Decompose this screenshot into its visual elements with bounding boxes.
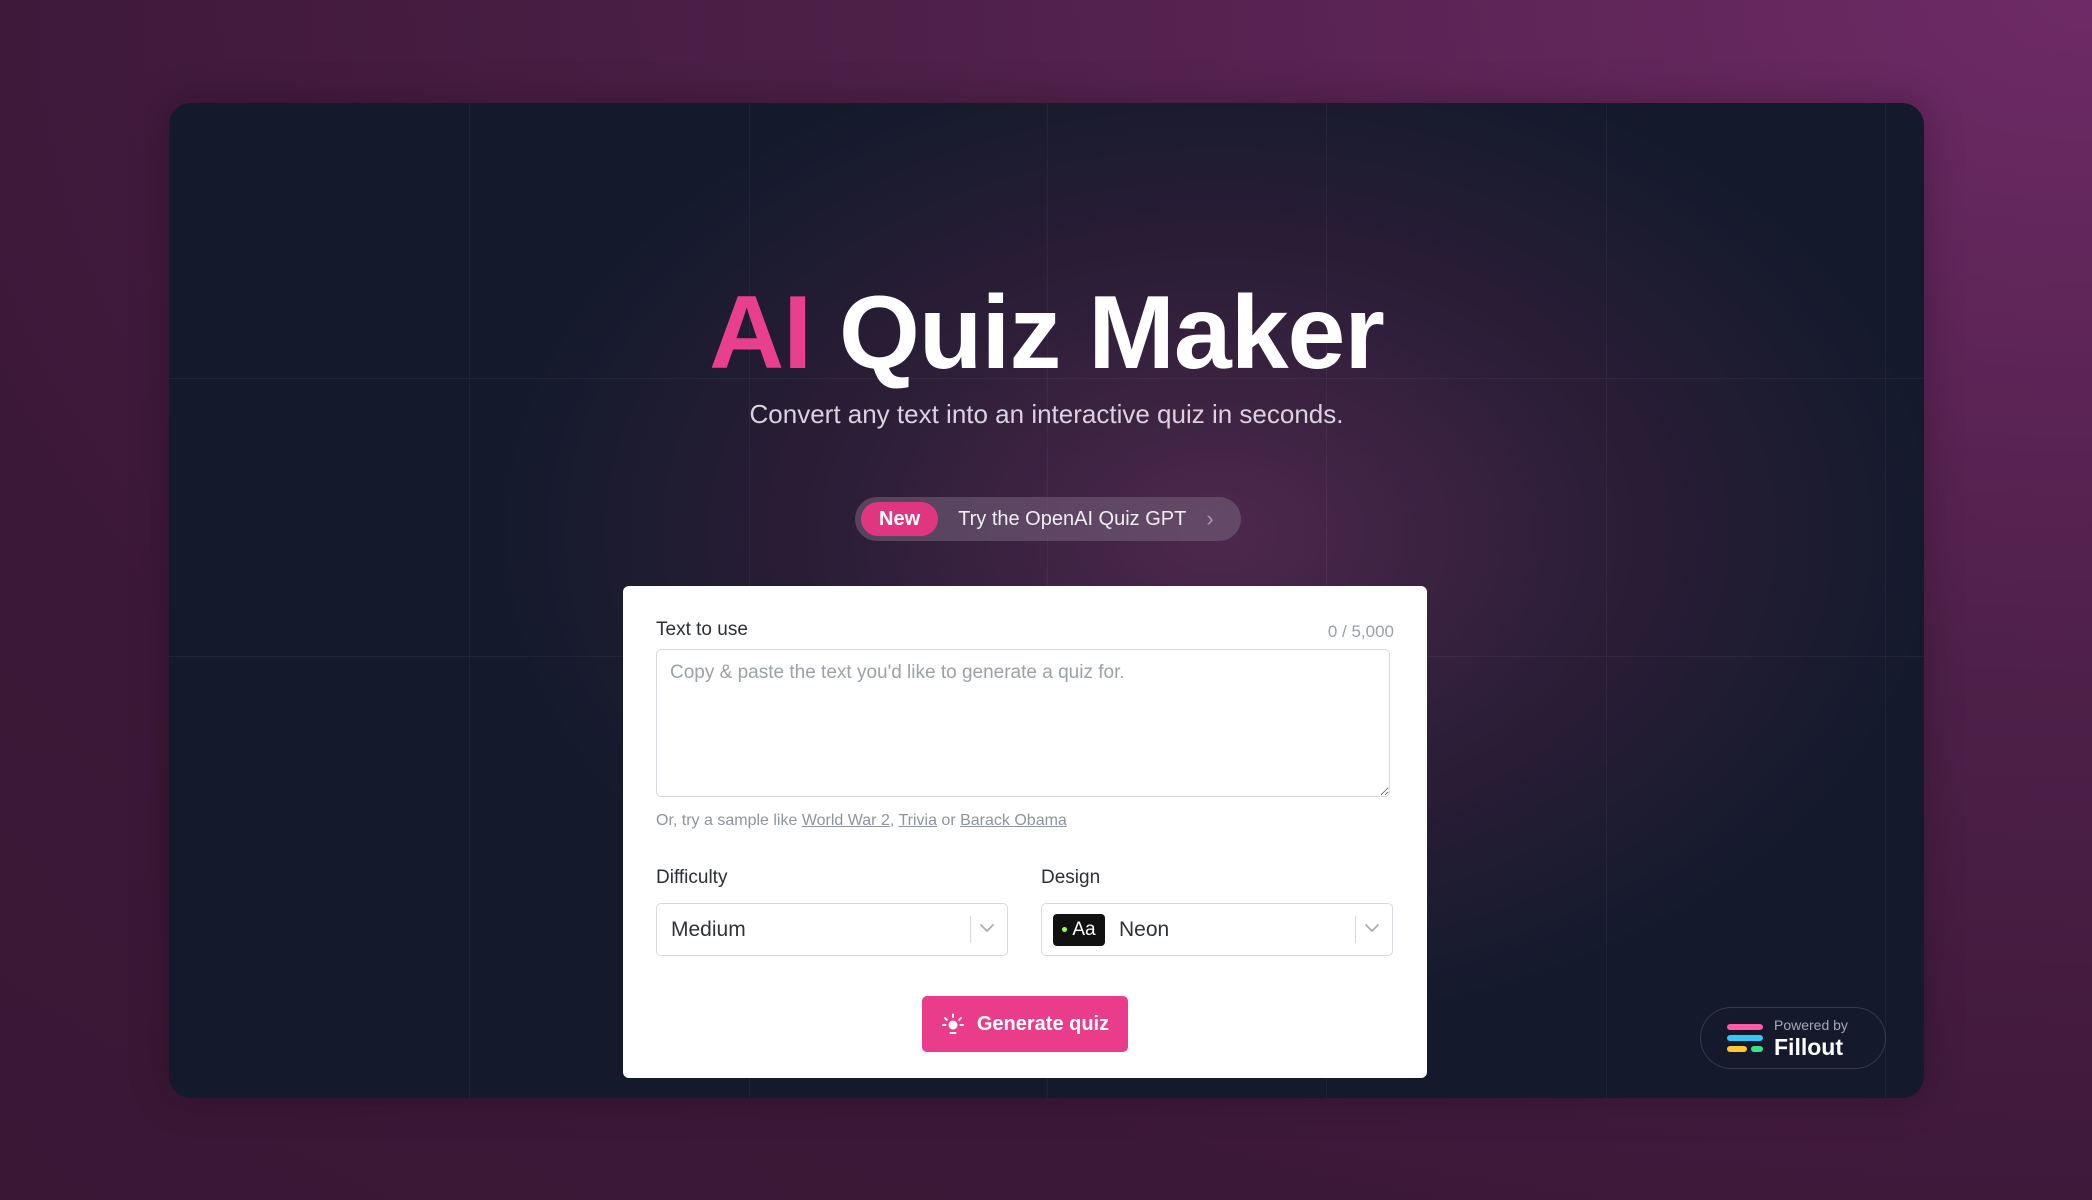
- logo-bar: [1727, 1046, 1747, 1052]
- grid-line: [1606, 103, 1607, 1098]
- chevron-down-icon: [1365, 924, 1379, 932]
- difficulty-label: Difficulty: [656, 867, 728, 888]
- sample-separator: ,: [889, 812, 895, 829]
- difficulty-select[interactable]: Medium: [656, 903, 1008, 956]
- page-title: AI Quiz Maker: [169, 273, 1924, 393]
- powered-by-text: Powered by Fillout: [1774, 1018, 1848, 1059]
- select-divider: [970, 916, 971, 943]
- logo-bar: [1751, 1046, 1763, 1052]
- sparkle-icon: [941, 1012, 965, 1036]
- sample-or: or: [941, 812, 956, 829]
- source-text-input[interactable]: [656, 649, 1390, 797]
- design-select[interactable]: Aa Neon: [1041, 903, 1393, 956]
- quiz-form-card: Text to use 0 / 5,000 Or, try a sample l…: [623, 586, 1427, 1078]
- sample-prefix: Or, try a sample like: [656, 812, 798, 829]
- powered-by-label: Powered by: [1774, 1016, 1848, 1033]
- chevron-right-icon: ›: [1206, 506, 1214, 531]
- logo-bar: [1727, 1035, 1763, 1041]
- character-counter: 0 / 5,000: [1327, 622, 1394, 641]
- logo-bar: [1727, 1024, 1763, 1030]
- sample-link-barack-obama[interactable]: Barack Obama: [960, 812, 1067, 829]
- sample-suggestions: Or, try a sample like World War 2, Trivi…: [656, 812, 1067, 830]
- generate-quiz-button[interactable]: Generate quiz: [922, 996, 1128, 1052]
- openai-quiz-gpt-link[interactable]: New Try the OpenAI Quiz GPT ›: [855, 497, 1241, 541]
- new-badge: New: [861, 502, 939, 536]
- design-value: Neon: [1119, 917, 1170, 941]
- title-text: Quiz Maker: [839, 275, 1385, 391]
- sample-link-trivia[interactable]: Trivia: [898, 812, 937, 829]
- difficulty-value: Medium: [671, 917, 746, 941]
- chevron-down-icon: [980, 924, 994, 932]
- powered-by-fillout-badge[interactable]: Powered by Fillout: [1700, 1007, 1886, 1069]
- fillout-logo-icon: [1727, 1023, 1763, 1053]
- grid-line: [469, 103, 470, 1098]
- design-label: Design: [1041, 867, 1101, 888]
- design-swatch-text: Aa: [1072, 918, 1096, 940]
- brand-name: Fillout: [1774, 1033, 1843, 1060]
- select-divider: [1355, 916, 1356, 943]
- page-subtitle: Convert any text into an interactive qui…: [749, 399, 1344, 429]
- generate-quiz-label: Generate quiz: [976, 1012, 1110, 1035]
- title-accent: AI: [709, 275, 812, 391]
- design-swatch: Aa: [1053, 913, 1105, 946]
- neon-dot: [1062, 927, 1068, 932]
- main-panel: AI Quiz Maker Convert any text into an i…: [169, 103, 1924, 1098]
- sample-link-world-war-2[interactable]: World War 2: [802, 812, 890, 829]
- grid-line: [1885, 103, 1886, 1098]
- announcement-text: Try the OpenAI Quiz GPT: [958, 507, 1187, 530]
- text-to-use-label: Text to use: [656, 619, 748, 640]
